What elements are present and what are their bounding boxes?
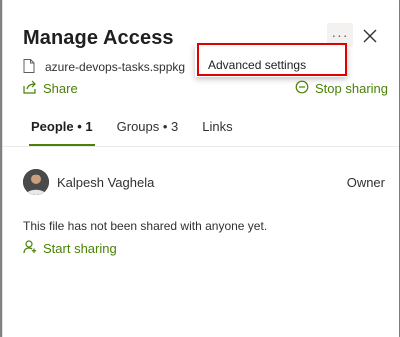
person-name: Kalpesh Vaghela — [57, 174, 155, 190]
tab-divider — [3, 146, 399, 147]
start-sharing-label: Start sharing — [43, 240, 117, 256]
tab-groups[interactable]: Groups • 3 — [117, 118, 179, 146]
stop-sharing-icon — [295, 80, 309, 97]
share-label: Share — [43, 80, 78, 96]
file-info: azure-devops-tasks.sppkg — [23, 58, 185, 76]
tab-people[interactable]: People • 1 — [29, 118, 95, 146]
tab-list: People • 1 Groups • 3 Links — [29, 118, 233, 146]
close-icon[interactable] — [361, 27, 379, 45]
share-icon — [23, 80, 37, 97]
tab-links[interactable]: Links — [202, 118, 232, 146]
person-row[interactable]: Kalpesh Vaghela Owner — [23, 168, 385, 196]
file-name: azure-devops-tasks.sppkg — [45, 60, 186, 74]
share-link[interactable]: Share — [23, 79, 78, 97]
start-sharing-link[interactable]: Start sharing — [23, 239, 117, 257]
menu-item-advanced-settings[interactable]: Advanced settings — [208, 58, 306, 72]
panel-title: Manage Access — [23, 27, 174, 49]
stop-sharing-link[interactable]: Stop sharing — [295, 79, 388, 97]
person-add-icon — [23, 239, 37, 257]
file-icon — [23, 58, 35, 76]
stop-sharing-label: Stop sharing — [315, 80, 388, 96]
avatar — [23, 169, 49, 195]
person-role: Owner — [346, 174, 385, 190]
empty-share-message: This file has not been shared with anyon… — [23, 219, 268, 233]
